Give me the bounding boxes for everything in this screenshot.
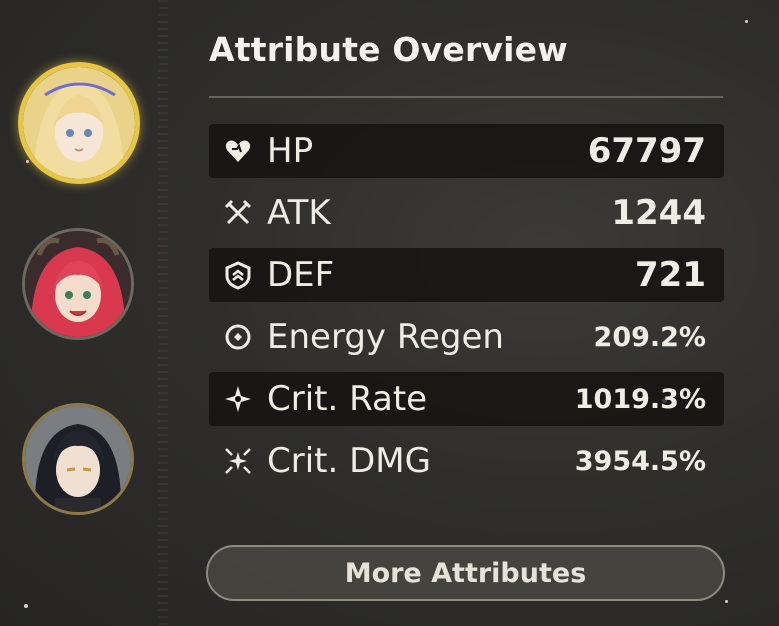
hp-heart-icon bbox=[223, 136, 253, 166]
attribute-value: 67797 bbox=[587, 131, 706, 171]
crit-dmg-icon bbox=[223, 446, 253, 476]
dark-haired-character-portrait bbox=[25, 406, 131, 512]
attribute-row-crit-dmg: Crit. DMG 3954.5% bbox=[209, 434, 724, 488]
attribute-row-energy-regen: Energy Regen 209.2% bbox=[209, 310, 724, 364]
background-star bbox=[725, 600, 728, 603]
background-star bbox=[26, 160, 29, 163]
panel-title: Attribute Overview bbox=[209, 30, 568, 69]
attribute-value: 209.2% bbox=[593, 321, 706, 353]
scroll-strip bbox=[158, 0, 168, 626]
more-attributes-button[interactable]: More Attributes bbox=[206, 545, 725, 601]
background-star bbox=[24, 604, 28, 608]
attribute-row-crit-rate: Crit. Rate 1019.3% bbox=[209, 372, 724, 426]
attribute-label: DEF bbox=[267, 255, 335, 295]
def-shield-icon bbox=[223, 260, 253, 290]
attribute-label: Crit. DMG bbox=[267, 441, 431, 481]
background-star bbox=[745, 20, 748, 23]
party-portrait-1[interactable] bbox=[18, 62, 140, 184]
elf-character-portrait bbox=[23, 67, 135, 179]
attribute-row-atk: ATK 1244 bbox=[209, 186, 724, 240]
attribute-row-hp: HP 67797 bbox=[209, 124, 724, 178]
red-haired-character-portrait bbox=[25, 231, 131, 337]
attribute-value: 1019.3% bbox=[574, 383, 706, 415]
attribute-label: HP bbox=[267, 131, 314, 171]
attribute-value: 1244 bbox=[611, 193, 706, 233]
energy-regen-icon bbox=[223, 322, 253, 352]
attribute-label: Energy Regen bbox=[267, 317, 504, 357]
attribute-row-def: DEF 721 bbox=[209, 248, 724, 302]
atk-swords-icon bbox=[223, 198, 253, 228]
attribute-label: ATK bbox=[267, 193, 331, 233]
title-divider bbox=[209, 96, 723, 98]
party-portrait-3[interactable] bbox=[22, 403, 134, 515]
party-portrait-2[interactable] bbox=[22, 228, 134, 340]
attribute-list: HP 67797 ATK 1244 DEF 721 Energy Regen 2… bbox=[209, 124, 724, 496]
attribute-value: 3954.5% bbox=[574, 445, 706, 477]
attribute-value: 721 bbox=[635, 255, 706, 295]
crit-rate-icon bbox=[223, 384, 253, 414]
attribute-label: Crit. Rate bbox=[267, 379, 428, 419]
